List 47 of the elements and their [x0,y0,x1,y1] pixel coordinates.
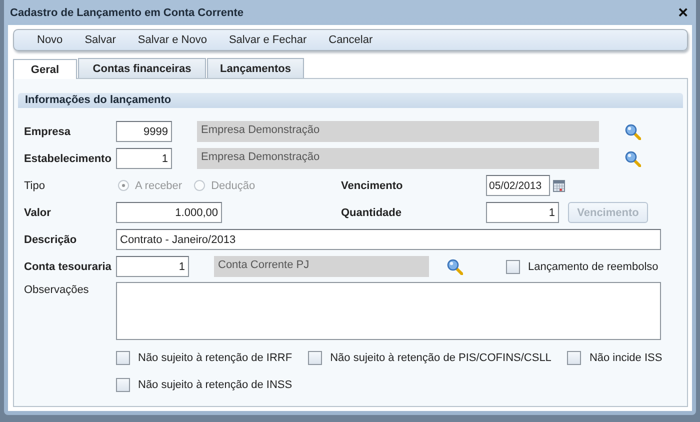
input-field[interactable]: 1 [116,256,189,277]
field-label: Observações [24,283,90,296]
toolbar-button[interactable]: Novo [26,31,74,49]
search-icon[interactable] [625,124,641,140]
search-icon[interactable] [625,150,641,166]
field-label: Valor [24,206,52,218]
input-field[interactable]: 1 [486,202,559,223]
checkbox-label: Não incide ISS [589,352,662,364]
search-icon[interactable] [447,258,463,274]
field-label: Vencimento [341,180,404,192]
date-field[interactable]: 05/02/2013 [486,175,550,196]
checkbox[interactable] [308,350,322,364]
toolbar-button[interactable]: Salvar e Fechar [218,31,318,49]
toolbar-button[interactable]: Salvar [74,31,127,49]
field-label: Tipo [24,180,46,192]
field-label: Conta tesouraria [24,260,112,272]
input-field[interactable]: 1.000,00 [116,202,222,223]
read-only-field: Empresa Demonstração [197,148,599,169]
input-field[interactable]: Contrato - Janeiro/2013 [116,229,661,250]
field-label: Empresa [24,126,72,138]
toolbar-button[interactable]: Salvar e Novo [126,31,218,49]
tab[interactable]: Lançamentos [207,58,304,78]
checkbox-label: Não sujeito à retenção de PIS/COFINS/CSLL [330,352,552,364]
field-label: Quantidade [341,206,403,218]
section-header: Informações do lançamento [18,93,683,108]
input-field[interactable]: 9999 [116,121,172,142]
field-label: Descrição [24,234,78,246]
close-button[interactable]: × [676,6,690,20]
checkbox-label: Lançamento de reembolso [528,260,658,272]
read-only-field: Empresa Demonstração [197,121,599,142]
checkbox-label: Não sujeito à retenção de IRRF [138,352,292,364]
checkbox[interactable] [116,350,130,364]
text-area[interactable] [116,282,661,340]
radio-label: Dedução [211,180,256,192]
field-label: Estabelecimento [24,152,112,164]
checkbox[interactable] [567,350,582,364]
window-title: Cadastro de Lançamento em Conta Corrente [10,6,244,18]
checkbox[interactable] [506,260,520,274]
toolbar-button[interactable]: Cancelar [318,31,384,49]
tab[interactable]: Geral [13,59,77,79]
checkbox[interactable] [116,378,130,392]
calendar-icon[interactable] [553,180,565,192]
read-only-field: Conta Corrente PJ [214,256,429,277]
radio-label: A receber [135,180,182,192]
tab[interactable]: Contas financeiras [78,58,206,78]
checkbox-label: Não sujeito à retenção de INSS [138,378,292,390]
input-field[interactable]: 1 [116,148,172,169]
